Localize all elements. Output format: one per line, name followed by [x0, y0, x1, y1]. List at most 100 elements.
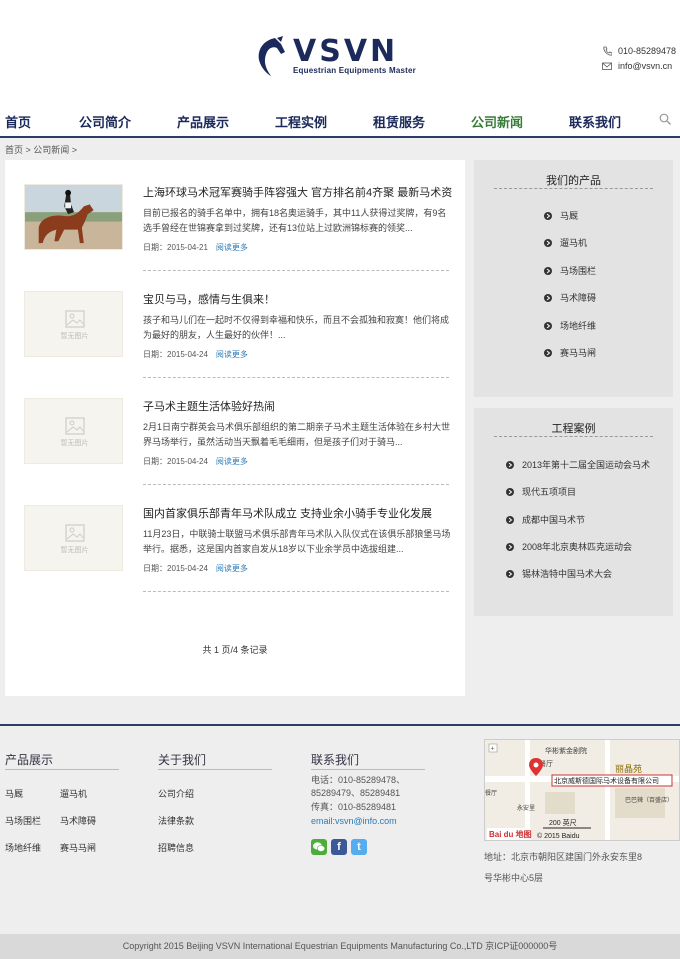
map-baidu-logo: Bai du 地图 [489, 829, 532, 839]
sidebar-divider [494, 436, 653, 437]
footer-product-link[interactable]: 赛马马闸 [60, 841, 96, 854]
footer-product-link[interactable]: 马场围栏 [5, 814, 41, 827]
map-poi-3: 巴巴辣（百盛店） [625, 796, 673, 804]
news-thumbnail[interactable] [24, 184, 123, 250]
news-meta: 日期：2015-04-24 阅读更多 [143, 456, 248, 467]
image-placeholder-icon [64, 416, 85, 435]
brand-tagline: Equestrian Equipments Master [293, 66, 416, 75]
footer-about-link[interactable]: 招聘信息 [158, 841, 194, 854]
map-zoom-in-icon: + [491, 746, 495, 753]
location-map[interactable]: 华彬紫金剧院 餐厅 丽晶苑 北京威斯德国际马术设备有限公司 巴巴辣（百盛店） 餐… [484, 739, 680, 841]
wechat-icon[interactable] [311, 839, 327, 855]
news-meta: 日期：2015-04-24 阅读更多 [143, 563, 248, 574]
map-poi-2: 丽晶苑 [615, 763, 642, 774]
news-excerpt: 2月1日南宁群英会马术俱乐部组织的第二期亲子马术主题生活体验在乡村大世界马场举行… [143, 422, 451, 447]
nav-news[interactable]: 公司新闻 [471, 112, 523, 131]
footer-product-link[interactable]: 马术障碍 [60, 814, 96, 827]
footer-about-link[interactable]: 公司介绍 [158, 787, 194, 800]
sidebar-product-item[interactable]: 马术障碍 [544, 291, 596, 304]
sidebar-product-item[interactable]: 马场围栏 [544, 264, 596, 277]
footer-product-link[interactable]: 场地纤维 [5, 841, 41, 854]
pagination-info: 共 1 页/4 条记录 [202, 645, 268, 655]
horse-logo-icon [258, 36, 285, 76]
news-date: 日期：2015-04-24 [143, 457, 208, 466]
arrow-circle-icon [544, 348, 552, 357]
sidebar-case-item[interactable]: 锡林浩特中国马术大会 [506, 567, 612, 580]
news-thumbnail[interactable]: 暂无图片 [24, 398, 123, 464]
news-list: 上海环球马术冠军赛骑手阵容强大 官方排名前4齐聚 最新马术资 目前已报名的骑手名… [5, 160, 465, 696]
sidebar-case-item[interactable]: 2013年第十二届全国运动会马术 [506, 458, 650, 471]
search-icon[interactable] [659, 113, 671, 125]
header: VSVN Equestrian Equipments Master 010-85… [0, 0, 680, 100]
news-date: 日期：2015-04-24 [143, 350, 208, 359]
nav-products[interactable]: 产品展示 [177, 112, 229, 131]
footer-product-link[interactable]: 马厩 [5, 787, 23, 800]
header-phone: 010-85289478 [618, 46, 677, 56]
footer-phone: 电话：010-85289478、 [311, 775, 406, 785]
facebook-icon[interactable]: f [331, 839, 347, 855]
read-more-link[interactable]: 阅读更多 [216, 564, 248, 573]
news-item: 暂无图片 国内首家俱乐部青年马术队成立 支持业余小骑手专业化发展 11月23日，… [5, 481, 465, 592]
footer-about-title: 关于我们 [158, 753, 207, 767]
mail-icon [602, 62, 612, 70]
footer-products-title: 产品展示 [5, 753, 54, 767]
sidebar-product-item[interactable]: 赛马马闸 [544, 346, 596, 359]
sidebar-product-item[interactable]: 遛马机 [544, 236, 587, 249]
image-placeholder-icon [64, 309, 85, 328]
brand-logo[interactable]: VSVN Equestrian Equipments Master [253, 36, 428, 78]
news-thumbnail[interactable]: 暂无图片 [24, 291, 123, 357]
image-placeholder: 暂无图片 [25, 292, 122, 356]
map-poi-1: 华彬紫金剧院 [545, 746, 587, 755]
phone-icon [603, 46, 612, 56]
read-more-link[interactable]: 阅读更多 [216, 457, 248, 466]
image-placeholder: 暂无图片 [25, 506, 122, 570]
copyright-bar: Copyright 2015 Beijing VSVN Internationa… [0, 934, 680, 959]
news-divider [143, 591, 449, 592]
image-placeholder-label: 暂无图片 [60, 546, 89, 554]
footer-contact-title: 联系我们 [311, 753, 360, 767]
news-excerpt: 目前已报名的骑手名单中，拥有18名奥运骑手，其中11人获得过奖牌，有9名选手曾经… [143, 208, 447, 233]
news-title[interactable]: 子马术主题生活体验好热闹 [143, 398, 453, 414]
news-date: 日期：2015-04-21 [143, 243, 208, 252]
read-more-link[interactable]: 阅读更多 [216, 350, 248, 359]
nav-about[interactable]: 公司简介 [79, 112, 131, 131]
image-placeholder-icon [64, 523, 85, 542]
image-placeholder-label: 暂无图片 [60, 439, 89, 447]
image-placeholder: 暂无图片 [25, 399, 122, 463]
footer-address-2: 号华彬中心5层 [484, 873, 544, 883]
nav-home[interactable]: 首页 [5, 112, 31, 131]
news-title[interactable]: 上海环球马术冠军赛骑手阵容强大 官方排名前4齐聚 最新马术资 [143, 184, 453, 200]
footer-phone-2: 85289479、85289481 [311, 788, 401, 798]
footer-product-link[interactable]: 遛马机 [60, 787, 87, 800]
header-email[interactable]: info@vsvn.cn [618, 61, 672, 71]
image-placeholder-label: 暂无图片 [60, 332, 89, 340]
footer-divider [5, 769, 119, 770]
sidebar-product-item[interactable]: 马厩 [544, 209, 578, 222]
arrow-circle-icon [544, 293, 552, 302]
news-title[interactable]: 国内首家俱乐部青年马术队成立 支持业余小骑手专业化发展 [143, 505, 453, 521]
nav-projects[interactable]: 工程实例 [275, 112, 327, 131]
breadcrumb[interactable]: 首页 > 公司新闻 > [5, 143, 77, 156]
news-title[interactable]: 宝贝与马，感情与生俱来！ [143, 291, 453, 307]
sidebar-case-item[interactable]: 2008年北京奥林匹克运动会 [506, 540, 632, 553]
horse-rider-photo [25, 185, 122, 249]
footer-about-link[interactable]: 法律条款 [158, 814, 194, 827]
header-contact: 010-85289478 info@vsvn.cn [602, 44, 680, 74]
footer-address: 地址：北京市朝阳区建国门外永安东里8 [484, 852, 643, 862]
sidebar-product-item[interactable]: 场地纤维 [544, 319, 596, 332]
news-excerpt: 孩子和马儿们在一起时不仅得到幸福和快乐，而且不会孤独和寂寞！他们将成为最好的朋友… [143, 315, 450, 340]
arrow-circle-icon [544, 321, 552, 330]
twitter-icon[interactable]: t [351, 839, 367, 855]
news-thumbnail[interactable]: 暂无图片 [24, 505, 123, 571]
sidebar-case-item[interactable]: 现代五项项目 [506, 485, 576, 498]
brand-wordmark: VSVN [293, 34, 399, 69]
map-copyright: © 2015 Baidu [537, 832, 580, 840]
sidebar-case-item[interactable]: 成都中国马术节 [506, 513, 585, 526]
read-more-link[interactable]: 阅读更多 [216, 243, 248, 252]
nav-rental[interactable]: 租赁服务 [373, 112, 425, 131]
news-item: 暂无图片 宝贝与马，感情与生俱来！ 孩子和马儿们在一起时不仅得到幸福和快乐，而且… [5, 267, 465, 378]
nav-contact[interactable]: 联系我们 [569, 112, 621, 131]
sidebar-cases-title: 工程案例 [551, 423, 596, 435]
arrow-circle-icon [544, 238, 552, 247]
footer-email[interactable]: email:vsvn@info.com [311, 815, 397, 828]
